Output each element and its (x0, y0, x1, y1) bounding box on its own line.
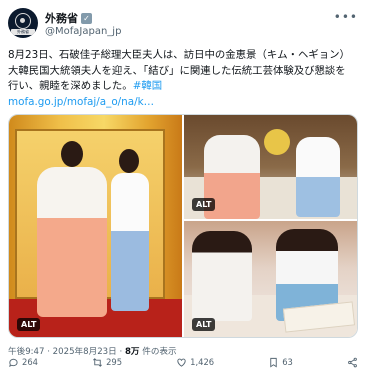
photo-left[interactable]: ALT (9, 115, 182, 337)
person-seated-right (296, 137, 340, 217)
more-icon[interactable]: ••• (334, 10, 358, 24)
person-hanbok-head (61, 141, 83, 167)
like-button[interactable]: 1,426 (176, 357, 214, 368)
flower-arrangement (264, 129, 290, 155)
reply-count: 264 (22, 357, 38, 367)
action-bar: 264 295 1,426 63 (8, 354, 358, 370)
seal-icon (15, 13, 31, 29)
person-white-jacket-head (119, 149, 139, 173)
repost-button[interactable]: 295 (92, 357, 122, 368)
handle[interactable]: @MofaJapan_jp (45, 26, 121, 37)
tweet-line: 8月23日、石破佳子総理大臣夫人は、訪日中の金恵景（キム・ヘギョン） (8, 49, 350, 61)
avatar[interactable]: 外務省 (8, 8, 38, 38)
display-name[interactable]: 外務省 (45, 10, 78, 26)
reply-button[interactable]: 264 (8, 357, 38, 368)
hashtag-link[interactable]: #韓国 (133, 80, 163, 92)
alt-badge[interactable]: ALT (17, 318, 41, 331)
reply-icon (9, 358, 18, 367)
like-icon (177, 358, 186, 367)
bookmark-count: 63 (282, 357, 293, 367)
like-count: 1,426 (190, 357, 215, 367)
media-grid: ALT ALT ALT (8, 114, 358, 338)
bookmark-button[interactable]: 63 (268, 357, 293, 368)
alt-badge[interactable]: ALT (192, 318, 216, 331)
verified-badge-icon: ✓ (81, 12, 92, 24)
name-row: 外務省 ✓ (45, 10, 92, 26)
alt-badge[interactable]: ALT (192, 198, 216, 211)
repost-count: 295 (106, 357, 123, 367)
person-white-jacket (111, 173, 149, 311)
person-hanbok (37, 167, 107, 317)
tweet-line-text: 行い、親睦を深めました。 (8, 80, 133, 93)
avatar-label: 外務省 (11, 29, 35, 35)
repost-icon (93, 357, 103, 367)
person-left (192, 231, 252, 321)
photo-bottom-right[interactable]: ALT (184, 221, 357, 337)
url-link[interactable]: mofa.go.jp/mofaj/a_o/na/k… (8, 95, 360, 111)
bookmark-icon (270, 357, 277, 367)
photo-top-right[interactable]: ALT (184, 115, 357, 219)
tweet-header: 外務省 外務省 ✓ @MofaJapan_jp ••• (8, 8, 358, 44)
tweet-line: 大韓民国大統領夫人を迎え、「結び」に関連した伝統工芸体験及び懇談を (8, 64, 346, 77)
share-icon (348, 357, 357, 367)
share-button[interactable] (347, 357, 358, 368)
tweet-text: 8月23日、石破佳子総理大臣夫人は、訪日中の金恵景（キム・ヘギョン） 大韓民国大… (8, 48, 360, 110)
tweet-line: 行い、親睦を深めました。#韓国 (8, 79, 360, 95)
